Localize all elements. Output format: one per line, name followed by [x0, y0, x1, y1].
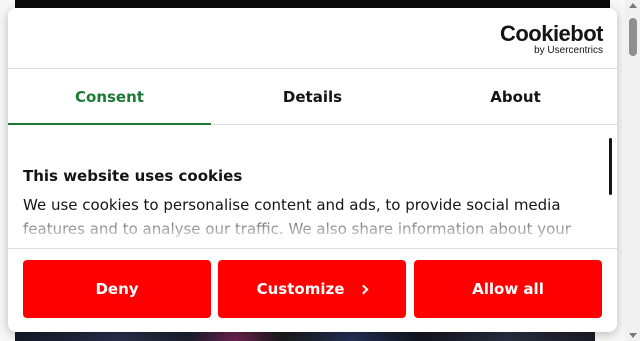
chevron-right-icon: [358, 284, 369, 294]
cookiebot-logo[interactable]: Cookiebot by Usercentrics: [499, 21, 604, 57]
deny-button[interactable]: Deny: [23, 260, 211, 318]
content-fade-overlay: [8, 208, 617, 248]
allow-all-button-label: Allow all: [472, 280, 544, 298]
scroll-down-arrow-icon[interactable]: [629, 333, 637, 338]
customize-button[interactable]: Customize: [218, 260, 406, 318]
content-title: This website uses cookies: [23, 167, 243, 185]
background-top-bar: [15, 0, 610, 8]
page-scrollbar-thumb[interactable]: [629, 18, 637, 56]
tab-about[interactable]: About: [414, 69, 617, 124]
dialog-tabs: Consent Details About: [8, 69, 617, 125]
content-scrollbar[interactable]: [609, 138, 612, 195]
logo-wordmark: Cookiebot: [499, 21, 604, 46]
dialog-footer: Deny Customize Allow all: [8, 248, 617, 332]
tab-details[interactable]: Details: [211, 69, 414, 124]
cookie-consent-dialog: Cookiebot by Usercentrics Consent Detail…: [8, 8, 617, 332]
consent-content: This website uses cookies We use cookies…: [8, 126, 617, 248]
logo-byline: by Usercentrics: [534, 45, 603, 56]
dialog-header: Cookiebot by Usercentrics: [8, 8, 617, 69]
allow-all-button[interactable]: Allow all: [414, 260, 602, 318]
scroll-up-arrow-icon[interactable]: [629, 3, 637, 8]
customize-button-label: Customize: [256, 280, 345, 298]
tab-consent[interactable]: Consent: [8, 69, 211, 125]
page-scrollbar[interactable]: [625, 0, 640, 341]
deny-button-label: Deny: [95, 280, 139, 298]
